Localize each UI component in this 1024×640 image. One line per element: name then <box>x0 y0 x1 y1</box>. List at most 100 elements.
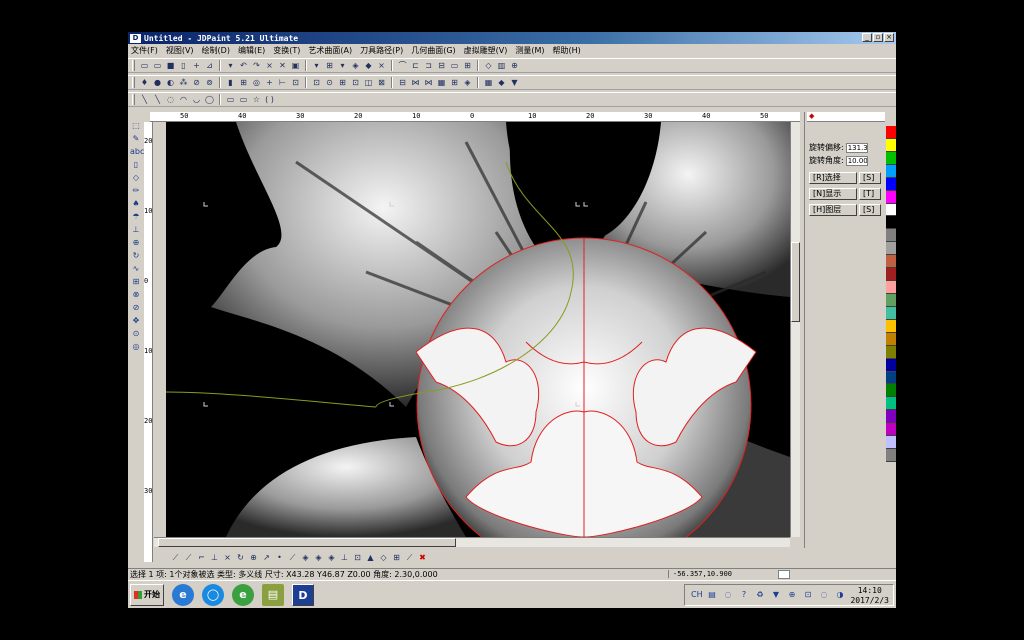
toolbar-tool-icon[interactable]: ▾ <box>337 60 348 71</box>
color-swatch[interactable] <box>886 151 896 165</box>
panel-tab[interactable]: ◆ <box>807 112 885 122</box>
color-swatch[interactable] <box>886 384 896 398</box>
color-swatch[interactable] <box>886 449 896 462</box>
tray-icon[interactable]: ⊕ <box>787 590 797 600</box>
toolbar-tool-icon[interactable]: ▥ <box>496 60 507 71</box>
menu-measure[interactable]: 测量(M) <box>515 45 544 56</box>
tray-icon[interactable]: ♻ <box>755 590 765 600</box>
toolbar-tool-icon[interactable]: ╲ <box>152 94 163 105</box>
toolbar-tool-icon[interactable]: ☆ <box>251 94 262 105</box>
toolbar-tool-icon[interactable]: ( ) <box>264 94 275 105</box>
color-swatch[interactable] <box>886 177 896 191</box>
side-tool-icon[interactable]: ⊗ <box>130 289 142 301</box>
tray-icon[interactable]: ⊡ <box>803 590 813 600</box>
toolbar-tool-icon[interactable]: ■ <box>165 60 176 71</box>
layer-hint-button[interactable]: [S] <box>859 204 881 216</box>
toolbar-tool-icon[interactable]: ◎ <box>251 77 262 88</box>
color-swatch[interactable] <box>886 293 896 307</box>
toolbar-tool-icon[interactable]: ⊞ <box>238 77 249 88</box>
side-tool-icon[interactable]: ⊙ <box>130 328 142 340</box>
toolbar-tool-icon[interactable]: ▾ <box>311 60 322 71</box>
ie-icon[interactable]: e <box>172 583 194 606</box>
bottom-tool-icon[interactable]: ⟋ <box>287 552 298 563</box>
toolbar-tool-icon[interactable]: ↶ <box>238 60 249 71</box>
side-tool-icon[interactable]: ▯ <box>130 159 142 171</box>
bottom-tool-icon[interactable]: • <box>274 552 285 563</box>
color-swatch[interactable] <box>886 138 896 152</box>
color-swatch[interactable] <box>886 229 896 243</box>
color-swatch[interactable] <box>886 332 896 346</box>
menu-transform[interactable]: 变换(T) <box>273 45 300 56</box>
toolbar-tool-icon[interactable]: ▼ <box>509 77 520 88</box>
title-bar[interactable]: D Untitled - JDPaint 5.21 Ultimate _ ▫ × <box>128 32 896 44</box>
toolbar-tool-icon[interactable]: ◫ <box>363 77 374 88</box>
tray-icon[interactable]: ◌ <box>723 590 733 600</box>
side-tool-icon[interactable]: ↻ <box>130 250 142 262</box>
side-tool-icon[interactable]: abc <box>130 146 144 158</box>
color-swatch[interactable] <box>886 306 896 320</box>
toolbar-tool-icon[interactable]: ▭ <box>238 94 249 105</box>
toolbar-tool-icon[interactable]: ⊡ <box>311 77 322 88</box>
toolbar-tool-icon[interactable]: ◡ <box>191 94 202 105</box>
vertical-scroll-thumb[interactable] <box>791 242 800 322</box>
color-swatch[interactable] <box>886 203 896 217</box>
side-tool-icon[interactable]: ☂ <box>130 211 142 223</box>
color-swatch[interactable] <box>886 164 896 178</box>
side-tool-icon[interactable]: ◇ <box>130 172 142 184</box>
select-hint-button[interactable]: [S] <box>859 172 881 184</box>
menu-draw[interactable]: 绘制(D) <box>202 45 230 56</box>
toolbar-tool-icon[interactable]: ▭ <box>449 60 460 71</box>
bottom-tool-icon[interactable]: ⊥ <box>209 552 220 563</box>
menu-view[interactable]: 视图(V) <box>166 45 194 56</box>
toolbar-tool-icon[interactable]: ⊐ <box>423 60 434 71</box>
color-swatch[interactable] <box>886 423 896 437</box>
toolbar-tool-icon[interactable]: ⊕ <box>509 60 520 71</box>
tray-icon[interactable]: ▤ <box>707 590 717 600</box>
side-tool-icon[interactable]: ✎ <box>130 133 142 145</box>
toolbar-tool-icon[interactable]: ⁂ <box>178 77 189 88</box>
color-swatch[interactable] <box>886 126 896 139</box>
toolbar-tool-icon[interactable]: ⊡ <box>350 77 361 88</box>
side-tool-icon[interactable]: ✏ <box>130 185 142 197</box>
color-swatch[interactable] <box>886 255 896 269</box>
horizontal-scrollbar[interactable] <box>154 537 790 547</box>
horizontal-scroll-thumb[interactable] <box>158 538 456 547</box>
side-tool-icon[interactable]: ⬚ <box>130 120 142 132</box>
bottom-tool-icon[interactable]: ◈ <box>313 552 324 563</box>
rotate-offset-input[interactable]: 131.3 <box>845 142 868 153</box>
bottom-tool-icon[interactable]: ⊡ <box>352 552 363 563</box>
bottom-tool-icon[interactable]: ⊥ <box>339 552 350 563</box>
color-swatch[interactable] <box>886 268 896 282</box>
layer-button[interactable]: [H]图层 <box>809 204 857 216</box>
color-swatch[interactable] <box>886 410 896 424</box>
color-swatch[interactable] <box>886 190 896 204</box>
rotate-angle-input[interactable]: 10.00 <box>845 155 868 166</box>
drawing-canvas[interactable] <box>166 122 790 537</box>
menu-art-surface[interactable]: 艺术曲面(A) <box>308 45 352 56</box>
toolbar-tool-icon[interactable]: ◈ <box>462 77 473 88</box>
color-swatch[interactable] <box>886 436 896 450</box>
color-swatch[interactable] <box>886 345 896 359</box>
toolbar-tool-icon[interactable]: ◆ <box>363 60 374 71</box>
restore-button[interactable]: ▫ <box>873 33 883 42</box>
toolbar-tool-icon[interactable]: ⊞ <box>324 60 335 71</box>
toolbar-tool-icon[interactable]: ⊘ <box>191 77 202 88</box>
tray-icon[interactable]: ? <box>739 590 749 600</box>
toolbar-tool-icon[interactable]: ♦ <box>139 77 150 88</box>
clock[interactable]: 14:10 2017/2/3 <box>850 586 889 606</box>
menu-virtual-sculpt[interactable]: 虚拟雕塑(V) <box>464 45 508 56</box>
color-swatch[interactable] <box>886 371 896 385</box>
toolbar-tool-icon[interactable]: ◆ <box>496 77 507 88</box>
toolbar-tool-icon[interactable]: ▯ <box>178 60 189 71</box>
green-browser-icon[interactable]: e <box>232 583 254 606</box>
toolbar-tool-icon[interactable]: ◌ <box>165 94 176 105</box>
toolbar-tool-icon[interactable]: ⊞ <box>337 77 348 88</box>
bottom-tool-icon[interactable]: ↗ <box>261 552 272 563</box>
color-swatch[interactable] <box>886 242 896 256</box>
toolbar-tool-icon[interactable]: ⊠ <box>376 77 387 88</box>
bottom-tool-icon[interactable]: ▲ <box>365 552 376 563</box>
browser-icon[interactable]: ◯ <box>202 583 224 606</box>
toolbar-tool-icon[interactable]: ⊏ <box>410 60 421 71</box>
tray-icon[interactable]: CH <box>691 590 703 600</box>
toolbar-tool-icon[interactable]: ⊿ <box>204 60 215 71</box>
